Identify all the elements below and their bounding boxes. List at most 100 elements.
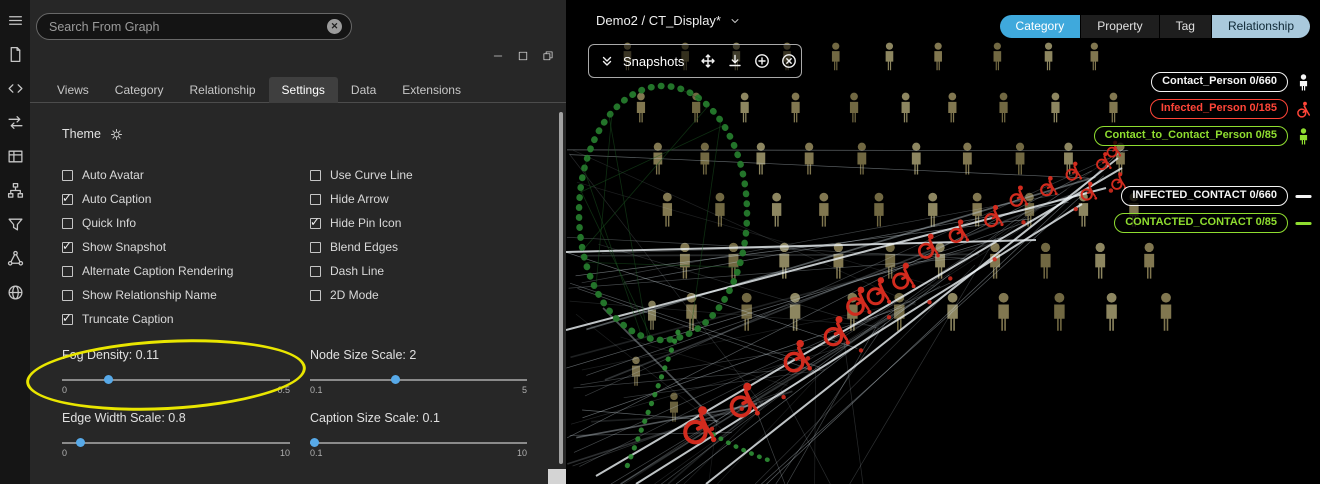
rail-button-table[interactable] (7, 148, 24, 165)
option-2d-mode[interactable]: 2D Mode (310, 283, 413, 307)
graph-viewport[interactable]: Demo2 / CT_Display* Snapshots CategoryPr… (566, 0, 1320, 484)
option-show-relationship-name[interactable]: Show Relationship Name (62, 283, 233, 307)
download-button[interactable] (727, 53, 743, 69)
mode-tab-category[interactable]: Category (1000, 15, 1081, 38)
panel-tab-extensions[interactable]: Extensions (389, 77, 474, 103)
rail-button-file[interactable] (7, 46, 24, 63)
slider-track[interactable] (310, 442, 527, 444)
rail-button-network[interactable] (7, 250, 24, 267)
edge-line-icon[interactable] (1295, 188, 1312, 205)
panel-scrollbar-corner (548, 469, 566, 484)
slider-label: Node Size Scale: 2 (310, 348, 527, 362)
person-icon[interactable] (1295, 128, 1312, 145)
panel-tab-relationship[interactable]: Relationship (177, 77, 269, 103)
option-auto-caption[interactable]: Auto Caption (62, 187, 233, 211)
collapse-snapshots-button[interactable] (599, 53, 615, 69)
rail-button-filter[interactable] (7, 216, 24, 233)
chevron-down-icon (729, 15, 741, 27)
checkbox-truncate-caption[interactable] (62, 314, 73, 325)
minimize-button[interactable] (492, 50, 504, 62)
legend-contacted-contact[interactable]: CONTACTED_CONTACT 0/85 (1114, 213, 1288, 233)
legend-infected-contact[interactable]: INFECTED_CONTACT 0/660 (1121, 186, 1288, 206)
checkbox-2d-mode[interactable] (310, 290, 321, 301)
slider-track[interactable] (62, 379, 290, 381)
mode-tabs: CategoryPropertyTagRelationship (1000, 15, 1310, 38)
checkbox-label: Blend Edges (330, 240, 398, 254)
theme-settings-button[interactable] (110, 128, 123, 141)
checkbox-alternate-caption-rendering[interactable] (62, 266, 73, 277)
checkbox-auto-caption[interactable] (62, 194, 73, 205)
edge-line-icon[interactable] (1295, 215, 1312, 232)
rail-button-code[interactable] (7, 80, 24, 97)
option-hide-arrow[interactable]: Hide Arrow (310, 187, 413, 211)
maximize-button[interactable] (517, 50, 529, 62)
checkbox-auto-avatar[interactable] (62, 170, 73, 181)
legend-contact-person[interactable]: Contact_Person 0/660 (1151, 72, 1288, 92)
rail-button-menu[interactable] (7, 12, 24, 29)
theme-row: Theme (62, 127, 123, 141)
option-alternate-caption-rendering[interactable]: Alternate Caption Rendering (62, 259, 233, 283)
option-use-curve-line[interactable]: Use Curve Line (310, 163, 413, 187)
checkbox-show-relationship-name[interactable] (62, 290, 73, 301)
panel-tab-settings[interactable]: Settings (269, 77, 338, 103)
checkbox-blend-edges[interactable] (310, 242, 321, 253)
panel-tab-views[interactable]: Views (44, 77, 102, 103)
slider-track[interactable] (62, 442, 290, 444)
close-circle-button[interactable] (781, 53, 797, 69)
panel-tab-category[interactable]: Category (102, 77, 177, 103)
slider-handle[interactable] (391, 375, 400, 384)
mode-tab-relationship[interactable]: Relationship (1212, 15, 1310, 38)
rail-button-globe[interactable] (7, 284, 24, 301)
checkbox-hide-arrow[interactable] (310, 194, 321, 205)
checkbox-hide-pin-icon[interactable] (310, 218, 321, 229)
search-box[interactable]: ✕ (36, 13, 352, 40)
rail-button-hierarchy[interactable] (7, 182, 24, 199)
option-quick-info[interactable]: Quick Info (62, 211, 233, 235)
wheelchair-icon[interactable] (1295, 101, 1312, 118)
option-truncate-caption[interactable]: Truncate Caption (62, 307, 233, 331)
restore-button[interactable] (542, 50, 554, 62)
slider-handle[interactable] (76, 438, 85, 447)
slider-label: Edge Width Scale: 0.8 (62, 411, 290, 425)
slider-min-label: 0 (62, 448, 67, 458)
checkbox-use-curve-line[interactable] (310, 170, 321, 181)
slider-handle[interactable] (310, 438, 319, 447)
mode-tab-property[interactable]: Property (1081, 15, 1158, 38)
panel-scrollbar-thumb[interactable] (559, 112, 563, 464)
option-hide-pin-icon[interactable]: Hide Pin Icon (310, 211, 413, 235)
rail-button-swap-arrows[interactable] (7, 114, 24, 131)
breadcrumb[interactable]: Demo2 / CT_Display* (596, 13, 741, 28)
person-icon[interactable] (1295, 74, 1312, 91)
checkbox-quick-info[interactable] (62, 218, 73, 229)
option-auto-avatar[interactable]: Auto Avatar (62, 163, 233, 187)
globe-icon (7, 284, 24, 301)
checkbox-label: Alternate Caption Rendering (82, 264, 233, 278)
legend-contact-to-contact-person[interactable]: Contact_to_Contact_Person 0/85 (1094, 126, 1288, 146)
checkbox-dash-line[interactable] (310, 266, 321, 277)
breadcrumb-caret[interactable] (729, 15, 741, 27)
slider-handle[interactable] (104, 375, 113, 384)
slider-max-label: 10 (517, 448, 527, 458)
slider-fog-density: Fog Density: 0.1100.5 (62, 348, 290, 398)
slider-track[interactable] (310, 379, 527, 381)
slider-min-label: 0.1 (310, 385, 323, 395)
slider-label: Fog Density: 0.11 (62, 348, 290, 362)
slider-edge-width-scale: Edge Width Scale: 0.8010 (62, 411, 290, 461)
checkbox-label: Auto Avatar (82, 168, 144, 182)
file-icon (7, 46, 24, 63)
move-button[interactable] (700, 53, 716, 69)
search-input[interactable] (49, 20, 319, 34)
legend-infected-person[interactable]: Infected_Person 0/185 (1150, 99, 1288, 119)
mode-tab-tag[interactable]: Tag (1160, 15, 1211, 38)
checkbox-show-snapshot[interactable] (62, 242, 73, 253)
maximize-icon (517, 50, 529, 62)
panel-tab-data[interactable]: Data (338, 77, 389, 103)
option-show-snapshot[interactable]: Show Snapshot (62, 235, 233, 259)
add-circle-button[interactable] (754, 53, 770, 69)
checkbox-label: Hide Pin Icon (330, 216, 401, 230)
left-icon-rail (0, 0, 30, 484)
options-column-left: Auto Avatar Auto CaptionQuick InfoShow Sn… (62, 163, 233, 331)
option-blend-edges[interactable]: Blend Edges (310, 235, 413, 259)
option-dash-line[interactable]: Dash Line (310, 259, 413, 283)
clear-search-icon[interactable]: ✕ (327, 19, 342, 34)
